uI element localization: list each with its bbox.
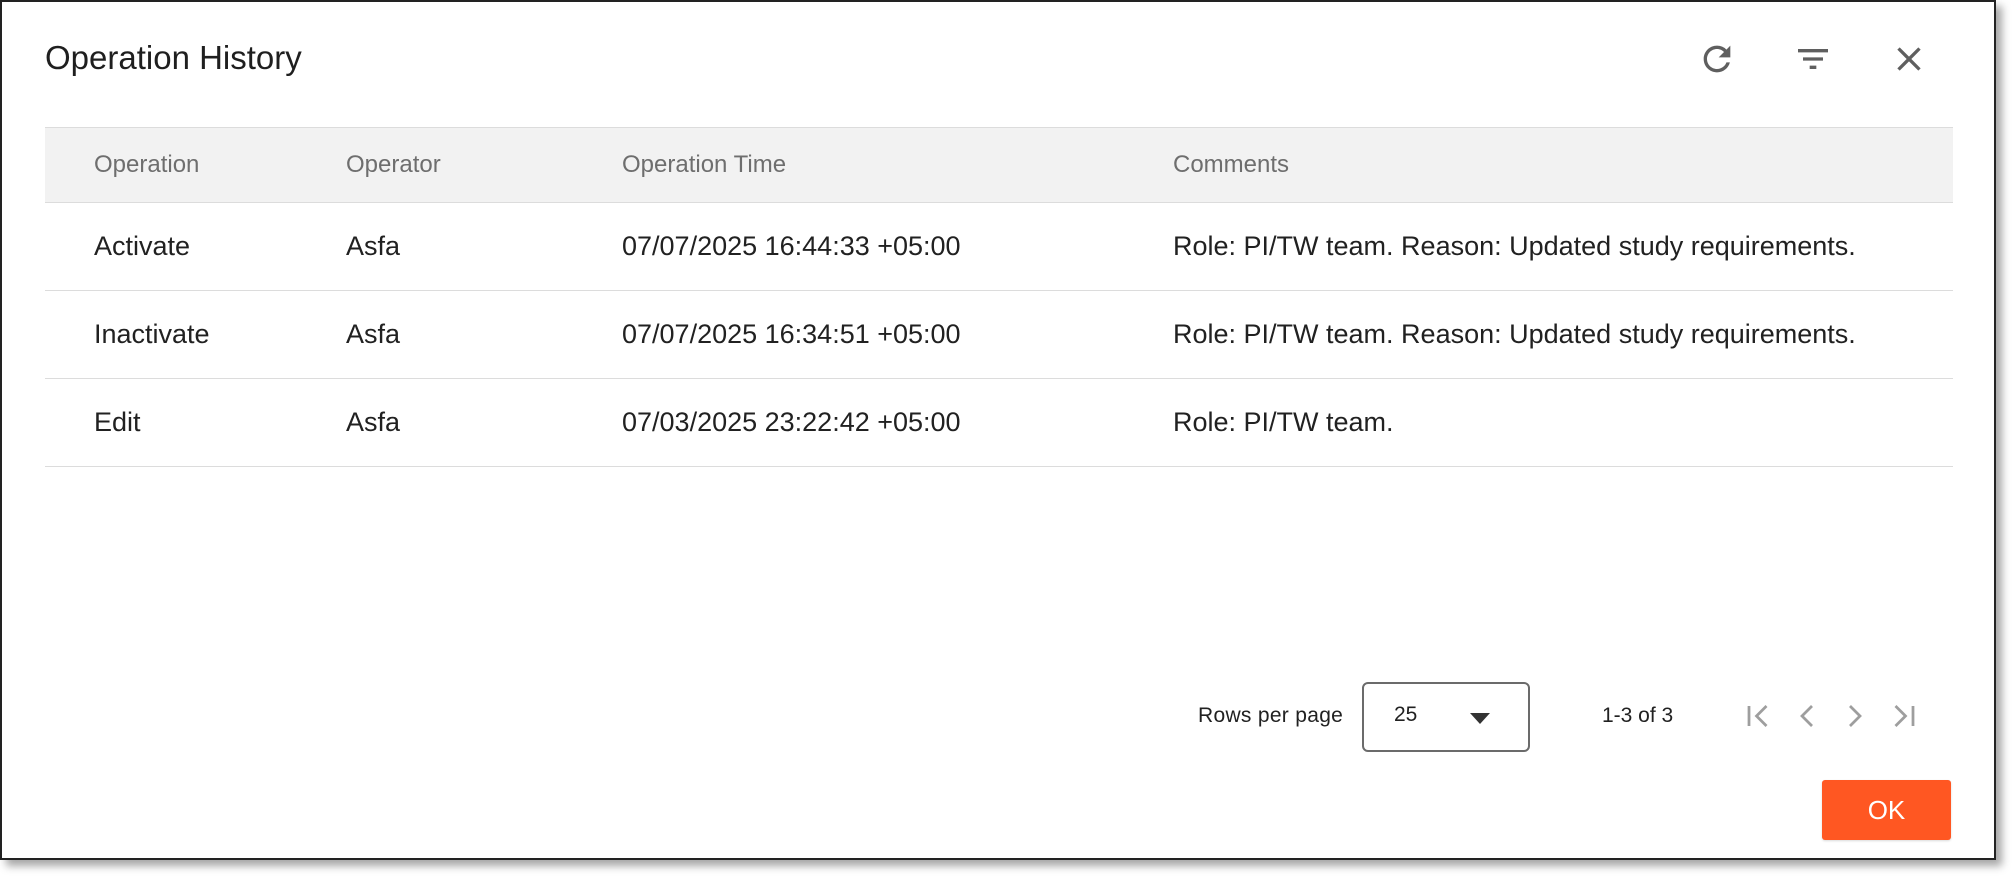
cell-operation-time: 07/07/2025 16:34:51 +05:00 xyxy=(622,319,961,349)
cell-operator: Asfa xyxy=(346,231,401,261)
column-header-operator: Operator xyxy=(346,151,441,178)
chevron-right-icon xyxy=(1849,705,1862,727)
cell-operation-time: 07/07/2025 16:44:33 +05:00 xyxy=(622,231,961,261)
cell-operation-time: 07/03/2025 23:22:42 +05:00 xyxy=(622,407,961,437)
table-row: Inactivate Asfa 07/07/2025 16:34:51 +05:… xyxy=(45,291,1953,379)
cell-operation: Edit xyxy=(94,407,141,437)
cell-operation: Inactivate xyxy=(94,319,210,349)
last-page-button[interactable] xyxy=(1888,696,1918,736)
filter-icon xyxy=(1798,49,1828,69)
chevron-left-icon xyxy=(1800,705,1813,727)
column-header-comments: Comments xyxy=(1173,151,1290,178)
dialog-title: Operation History xyxy=(45,39,302,76)
table-row: Activate Asfa 07/07/2025 16:44:33 +05:00… xyxy=(45,203,1953,291)
first-page-icon xyxy=(1747,705,1768,727)
rows-per-page-value: 25 xyxy=(1394,703,1418,726)
close-icon xyxy=(1897,47,1921,71)
filter-button[interactable] xyxy=(1788,34,1838,84)
cell-operation: Activate xyxy=(94,231,191,261)
previous-page-button[interactable] xyxy=(1792,696,1822,736)
cell-comments: Role: PI/TW team. xyxy=(1173,407,1394,437)
cell-comments: Role: PI/TW team. Reason: Updated study … xyxy=(1173,319,1856,349)
operation-history-table: Operation Operator Operation Time Commen… xyxy=(45,127,1953,467)
table-row: Edit Asfa 07/03/2025 23:22:42 +05:00 Rol… xyxy=(45,379,1953,467)
first-page-button[interactable] xyxy=(1744,696,1774,736)
header-toolbar xyxy=(1692,34,1934,84)
pagination-nav xyxy=(1744,696,1918,736)
rows-per-page-select[interactable]: 25 xyxy=(1362,682,1530,752)
table-header: Operation Operator Operation Time Commen… xyxy=(45,127,1953,203)
pagination: Rows per page 25 1-3 of 3 xyxy=(1198,682,1958,754)
column-header-operation: Operation xyxy=(94,151,200,178)
cell-operator: Asfa xyxy=(346,407,401,437)
operation-history-dialog: Operation History Operation Operator Ope… xyxy=(0,0,1996,860)
pagination-range: 1-3 of 3 xyxy=(1602,704,1674,727)
close-button[interactable] xyxy=(1884,34,1934,84)
cell-comments: Role: PI/TW team. Reason: Updated study … xyxy=(1173,231,1856,261)
last-page-icon xyxy=(1894,705,1915,727)
refresh-button[interactable] xyxy=(1692,34,1742,84)
rows-per-page-label: Rows per page xyxy=(1198,704,1344,727)
cell-operator: Asfa xyxy=(346,319,401,349)
caret-down-icon xyxy=(1470,713,1490,724)
next-page-button[interactable] xyxy=(1840,696,1870,736)
refresh-icon xyxy=(1703,45,1731,73)
column-header-operation-time: Operation Time xyxy=(622,151,787,178)
ok-button[interactable]: OK xyxy=(1822,780,1951,840)
